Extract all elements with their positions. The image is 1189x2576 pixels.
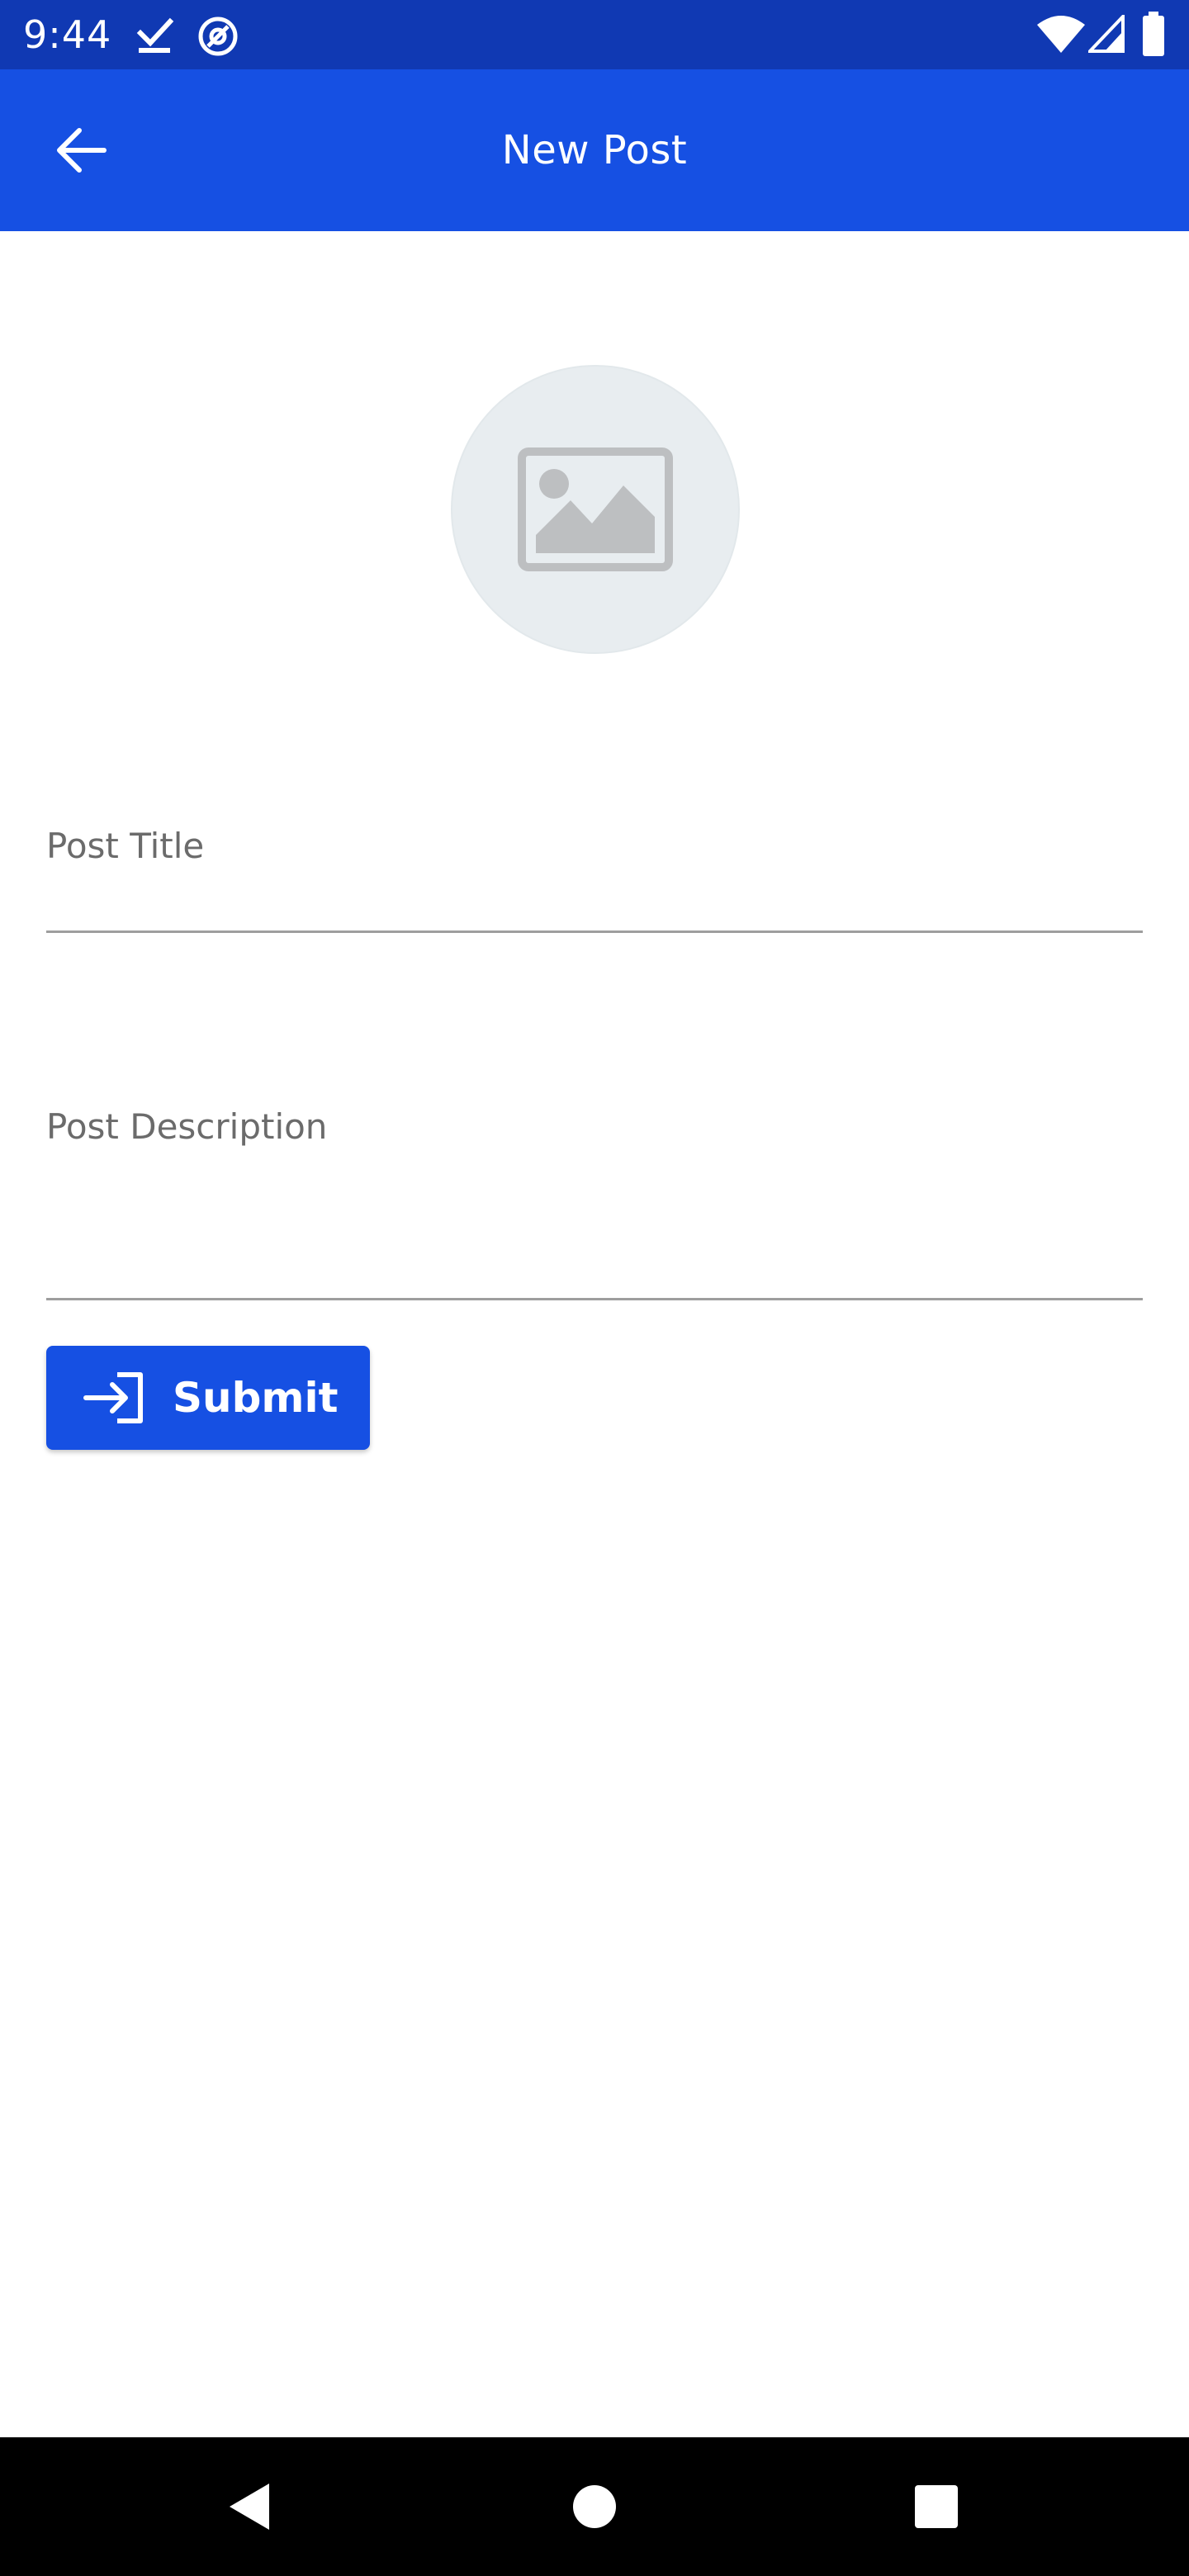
- nav-home-icon: [573, 2485, 616, 2528]
- submit-button[interactable]: Submit: [46, 1346, 370, 1450]
- post-description-input[interactable]: [46, 1197, 1143, 1288]
- status-time: 9:44: [23, 12, 112, 57]
- system-nav-bar: [0, 2437, 1189, 2576]
- login-arrow-icon: [83, 1372, 143, 1423]
- post-title-underline: [46, 930, 1143, 933]
- page-title: New Post: [501, 127, 688, 173]
- at-sign-icon: [198, 17, 238, 56]
- nav-recents-button[interactable]: [895, 2465, 978, 2548]
- nav-back-button[interactable]: [208, 2465, 291, 2548]
- nav-recents-icon: [915, 2485, 958, 2528]
- post-description-underline: [46, 1298, 1143, 1300]
- submit-label: Submit: [173, 1374, 339, 1422]
- image-placeholder-icon: [518, 447, 673, 571]
- post-title-input[interactable]: [46, 883, 1143, 926]
- battery-icon: [1143, 12, 1164, 56]
- nav-back-icon: [230, 2484, 269, 2530]
- post-description-label: Post Description: [46, 1106, 328, 1147]
- post-title-label: Post Title: [46, 826, 205, 866]
- cell-signal-icon: [1088, 15, 1125, 53]
- status-bar: 9:44: [0, 0, 1189, 69]
- arrow-left-icon: [57, 128, 107, 173]
- post-title-field[interactable]: Post Title: [46, 826, 1143, 935]
- checkmark-icon: [136, 17, 174, 53]
- nav-home-button[interactable]: [553, 2465, 636, 2548]
- image-picker[interactable]: [451, 365, 740, 654]
- app-bar: New Post: [0, 69, 1189, 231]
- wifi-icon: [1037, 16, 1085, 53]
- post-description-field[interactable]: Post Description: [46, 1106, 1143, 1305]
- back-button[interactable]: [36, 106, 126, 195]
